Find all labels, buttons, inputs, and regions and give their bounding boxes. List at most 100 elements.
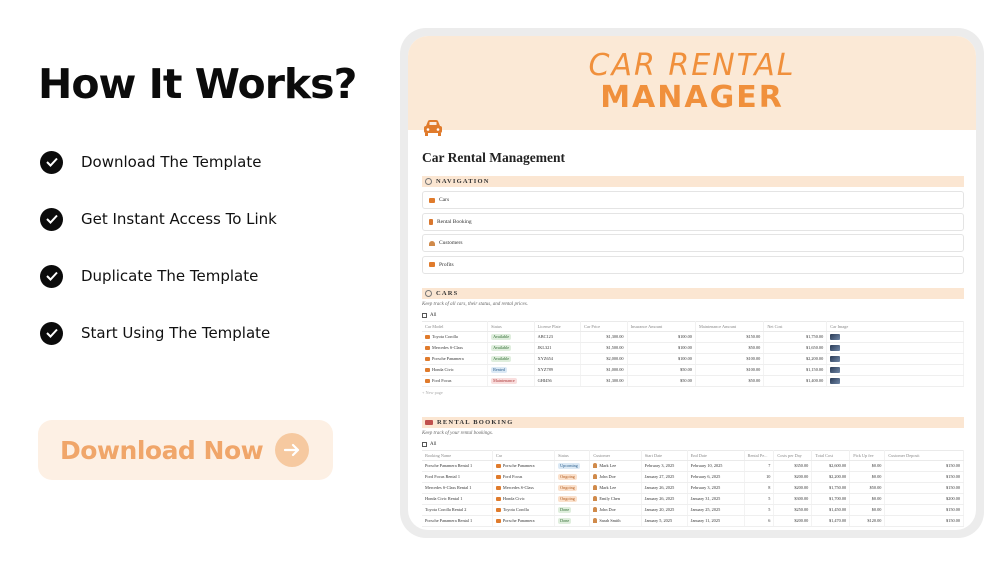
- status-badge: Available: [491, 333, 512, 340]
- car-icon: [495, 475, 501, 479]
- car-model-cell: Toyota Corolla: [422, 331, 489, 343]
- status-cell: Available: [487, 331, 535, 343]
- column-header[interactable]: Start Date: [641, 449, 688, 461]
- booking-name-cell: Honda Civic Rental 1: [422, 493, 493, 505]
- maintenance-cell: $150.00: [695, 331, 765, 343]
- pickup-fee-cell: $0.00: [849, 504, 886, 516]
- cost-per-day-cell: $300.00: [773, 493, 813, 505]
- customer-name: Emily Chen: [599, 495, 620, 501]
- status-badge: Available: [491, 344, 512, 351]
- nav-label: Profits: [439, 261, 454, 268]
- new-page-button[interactable]: + New page: [422, 390, 964, 395]
- arrow-right-icon[interactable]: [275, 433, 309, 467]
- car-model-cell: Mercedes S-Class: [422, 342, 489, 354]
- total-cost-cell: $1,700.00: [811, 493, 851, 505]
- car-cell: Porsche Panamera: [492, 460, 556, 472]
- nav-item-profits[interactable]: Profits: [422, 255, 964, 274]
- customer-cell: John Doe: [589, 504, 642, 516]
- table-row[interactable]: Mercedes S-Class Available JKL321 $1,500…: [422, 342, 964, 354]
- column-header[interactable]: Car Model: [422, 320, 489, 332]
- column-header[interactable]: Customer Deposit: [884, 449, 964, 461]
- car-thumbnail: [830, 333, 841, 340]
- status-cell: Upcoming: [554, 460, 591, 472]
- table-row[interactable]: Honda Civic Rented XYZ789 $1,000.00 $50.…: [422, 364, 964, 376]
- column-header[interactable]: End Date: [687, 449, 745, 461]
- car-model: Ford Focus: [432, 377, 452, 383]
- compass-icon: [425, 178, 432, 185]
- table-row[interactable]: Mercedes S-Class Rental 1 Mercedes S-Cla…: [422, 482, 964, 494]
- table-row[interactable]: Honda Civic Rental 1 Honda Civic Ongoing…: [422, 493, 964, 505]
- navigation-list: Cars Rental Booking Customers Profits: [422, 191, 964, 274]
- net-cost-cell: $1,400.00: [763, 375, 828, 387]
- status-cell: Ongoing: [554, 482, 591, 494]
- column-header[interactable]: Maintenance Amount: [695, 320, 765, 332]
- period-cell: 5: [744, 504, 775, 516]
- column-header[interactable]: Costs per Day: [773, 449, 813, 461]
- nav-item-rental-booking[interactable]: Rental Booking: [422, 212, 964, 231]
- column-header[interactable]: Total Cost: [811, 449, 851, 461]
- nav-item-cars[interactable]: Cars: [422, 191, 964, 209]
- column-header[interactable]: Car Image: [826, 320, 964, 332]
- column-header[interactable]: License Plate: [534, 320, 582, 332]
- column-header[interactable]: Customer: [589, 449, 642, 461]
- cost-per-day-cell: $250.00: [773, 504, 813, 516]
- pickup-fee-cell: $0.00: [849, 460, 886, 472]
- maintenance-cell: $50.00: [695, 342, 765, 354]
- period-cell: 10: [744, 471, 775, 483]
- car-icon: [495, 497, 501, 501]
- check-icon: [40, 150, 63, 174]
- table-row[interactable]: Ford Focus Rental 1 Ford Focus Ongoing J…: [422, 471, 964, 483]
- booking-name-cell: Mercedes S-Class Rental 1: [422, 482, 493, 494]
- nav-label: Cars: [439, 197, 450, 203]
- nav-item-customers[interactable]: Customers: [422, 234, 964, 252]
- car-model: Mercedes S-Class: [432, 344, 463, 350]
- view-label: All: [430, 312, 437, 318]
- car-model: Honda Civic: [432, 366, 454, 372]
- car-icon: [422, 118, 444, 140]
- cars-view-tab[interactable]: All: [422, 312, 964, 318]
- period-cell: 7: [744, 460, 775, 472]
- download-now-button[interactable]: Download Now: [38, 420, 333, 480]
- status-badge: Done: [558, 506, 572, 513]
- column-header[interactable]: Car Price: [580, 320, 628, 332]
- column-header[interactable]: Net Cost: [763, 320, 828, 332]
- table-row[interactable]: Porsche Panamera Rental 1 Porsche Paname…: [422, 460, 964, 472]
- column-header[interactable]: Status: [554, 449, 591, 461]
- status-cell: Done: [554, 504, 591, 516]
- table-row[interactable]: Toyota Corolla Available ABC123 $1,300.0…: [422, 331, 964, 343]
- car-image-cell: [826, 331, 964, 343]
- column-header[interactable]: Pick Up fee: [849, 449, 886, 461]
- person-icon: [593, 485, 598, 491]
- table-view-icon: [422, 441, 427, 447]
- status-cell: Available: [487, 342, 535, 354]
- people-icon: [429, 240, 435, 246]
- end-date-cell: January 31, 2025: [687, 493, 745, 505]
- period-cell: 8: [744, 482, 775, 494]
- column-header[interactable]: Insurance Amount: [627, 320, 696, 332]
- table-row[interactable]: Porsche Panamera Available XYZ654 $2,000…: [422, 353, 964, 365]
- customer-name: Mark Lee: [599, 484, 617, 490]
- column-header[interactable]: Booking Name: [422, 449, 493, 461]
- car-icon: [429, 197, 435, 203]
- status-badge: Maintenance: [491, 377, 517, 384]
- period-cell: 5: [744, 493, 775, 505]
- price-cell: $2,000.00: [580, 353, 628, 365]
- period-cell: 6: [744, 515, 775, 527]
- column-header[interactable]: Rental Pe...: [744, 449, 775, 461]
- end-date-cell: January 25, 2025: [687, 504, 745, 516]
- table-row[interactable]: Toyota Corolla Rental 2 Toyota Corolla D…: [422, 504, 964, 516]
- car-name: Porsche Panamera: [502, 462, 535, 468]
- plate-cell: ABC123: [534, 331, 582, 343]
- money-icon: [429, 262, 435, 267]
- status-cell: Ongoing: [554, 493, 591, 505]
- start-date-cell: January 27, 2025: [641, 471, 688, 483]
- table-row[interactable]: Porsche Panamera Rental 1 Porsche Paname…: [422, 515, 964, 527]
- plate-cell: XYZ789: [534, 364, 582, 376]
- column-header[interactable]: Car: [492, 449, 556, 461]
- start-date-cell: January 26, 2025: [641, 493, 688, 505]
- table-row[interactable]: Ford Focus Maintenance GHI456 $1,300.00 …: [422, 375, 964, 387]
- rental-view-tab[interactable]: All: [422, 441, 964, 447]
- step-label: Get Instant Access To Link: [81, 210, 277, 228]
- column-header[interactable]: Status: [487, 320, 535, 332]
- booking-name-cell: Toyota Corolla Rental 2: [422, 504, 493, 516]
